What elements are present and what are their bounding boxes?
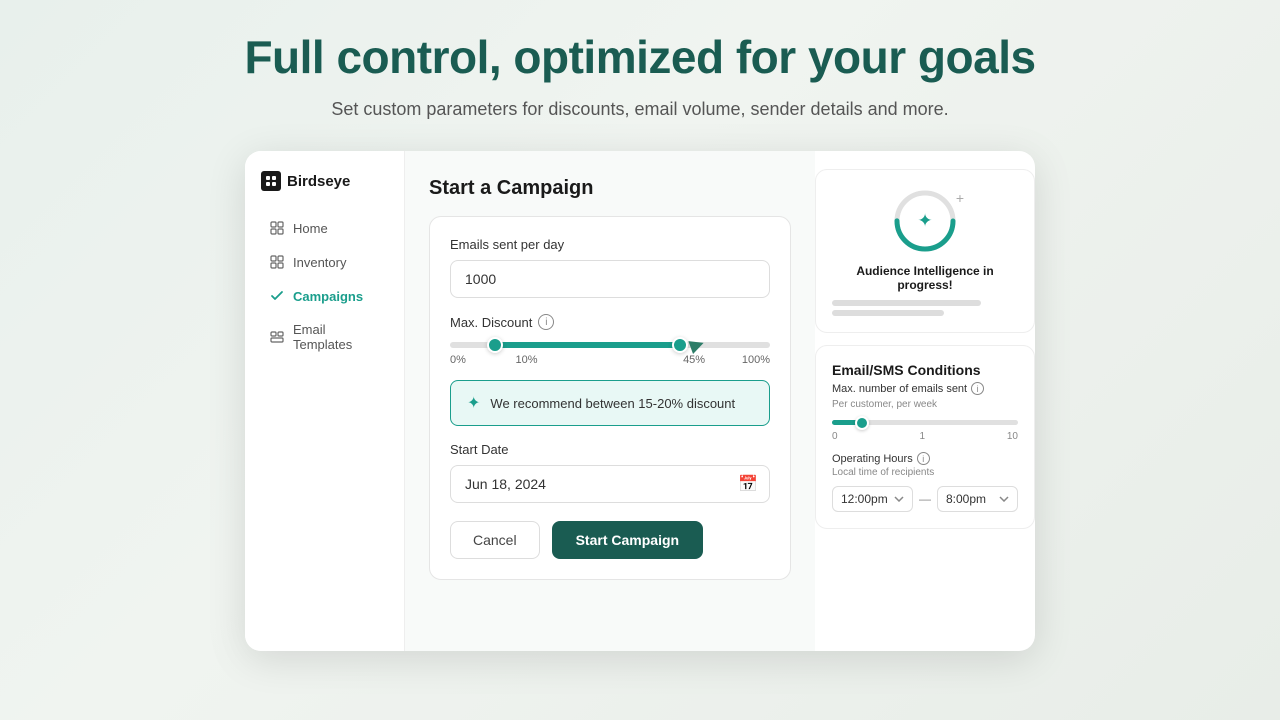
sms-card-title: Email/SMS Conditions [832, 362, 1018, 378]
home-icon [269, 220, 285, 236]
recommendation-box: ✦ We recommend between 15-20% discount [450, 380, 770, 426]
time-start-select[interactable]: 12:00pm 8:00am 9:00am 10:00am 11:00am [832, 486, 913, 512]
campaign-form-card: Emails sent per day Max. Discount i ▶ 0% [429, 216, 791, 580]
hero-subtitle: Set custom parameters for discounts, ema… [331, 96, 948, 123]
emails-per-day-input[interactable] [450, 260, 770, 298]
sms-slider-thumb[interactable] [855, 416, 869, 430]
logo-text: Birdseye [287, 173, 350, 190]
sidebar-item-email-templates-label: Email Templates [293, 322, 380, 352]
audience-title: Audience Intelligence in progress! [832, 264, 1018, 292]
main-content: Start a Campaign Emails sent per day Max… [405, 151, 815, 651]
audience-bars [832, 300, 1018, 316]
calendar-icon: 📅 [738, 474, 758, 494]
start-campaign-button[interactable]: Start Campaign [552, 521, 703, 559]
form-actions: Cancel Start Campaign [450, 521, 770, 559]
slider-pct-row: 0% 10% 45% 100% [450, 354, 770, 366]
right-panel: ✦ + Audience Intelligence in progress! E… [815, 151, 1035, 651]
operating-sublabel: Local time of recipients [832, 467, 1018, 478]
audience-bar-2 [832, 310, 944, 316]
emails-per-day-label: Emails sent per day [450, 237, 770, 252]
operating-hours-label: Operating Hours i [832, 452, 1018, 465]
sidebar-item-email-templates[interactable]: Email Templates [253, 313, 396, 361]
ring-plus-icon: + [956, 190, 964, 206]
discount-slider-thumb-right[interactable] [672, 337, 688, 353]
max-discount-section: Max. Discount i ▶ 0% 10% 45% 100% [450, 314, 770, 366]
discount-slider-thumb-left[interactable] [487, 337, 503, 353]
hero-title: Full control, optimized for your goals [244, 30, 1035, 84]
slider-left-thumb-label: 10% [515, 354, 537, 366]
sms-conditions-card: Email/SMS Conditions Max. number of emai… [815, 345, 1035, 529]
logo-icon [261, 171, 281, 191]
max-emails-info-icon[interactable]: i [971, 382, 984, 395]
sms-slider-max: 10 [1007, 431, 1018, 442]
per-customer-label: Per customer, per week [832, 399, 1018, 410]
sms-slider-track[interactable] [832, 420, 1018, 425]
sms-slider-value: 1 [919, 431, 925, 442]
form-section-title: Start a Campaign [429, 177, 791, 200]
sidebar-item-home-label: Home [293, 221, 328, 236]
campaigns-icon [269, 288, 285, 304]
max-discount-label: Max. Discount i [450, 314, 770, 330]
time-end-select[interactable]: 8:00pm 5:00pm 6:00pm 7:00pm 9:00pm [937, 486, 1018, 512]
recommendation-text: We recommend between 15-20% discount [490, 396, 735, 411]
discount-slider-fill [495, 342, 681, 348]
sms-slider-min: 0 [832, 431, 838, 442]
start-date-input[interactable] [450, 465, 770, 503]
sidebar: Birdseye Home I [245, 151, 405, 651]
sparkle-icon: ✦ [467, 393, 480, 413]
audience-bar-1 [832, 300, 981, 306]
sms-slider-labels: 0 1 10 [832, 431, 1018, 442]
sidebar-item-campaigns[interactable]: Campaigns [253, 279, 396, 313]
max-emails-label: Max. number of emails sent i [832, 382, 1018, 395]
email-templates-icon [269, 329, 285, 345]
max-discount-info-icon[interactable]: i [538, 314, 554, 330]
sidebar-item-campaigns-label: Campaigns [293, 289, 363, 304]
slider-max-label: 100% [742, 354, 770, 366]
sidebar-item-home[interactable]: Home [253, 211, 396, 245]
date-input-wrapper: 📅 [450, 465, 770, 503]
operating-hours-info-icon[interactable]: i [917, 452, 930, 465]
audience-card: ✦ + Audience Intelligence in progress! [815, 169, 1035, 333]
ring-center-star-icon: ✦ [917, 211, 932, 232]
time-range-row: 12:00pm 8:00am 9:00am 10:00am 11:00am — … [832, 486, 1018, 512]
discount-slider-track[interactable]: ▶ [450, 342, 770, 348]
time-dash: — [919, 492, 931, 506]
sidebar-item-inventory-label: Inventory [293, 255, 346, 270]
slider-min-label: 0% [450, 354, 466, 366]
ring-container: ✦ + [890, 186, 960, 256]
start-date-label: Start Date [450, 442, 770, 457]
sidebar-logo: Birdseye [245, 171, 404, 211]
app-window: Birdseye Home I [245, 151, 1035, 651]
sidebar-item-inventory[interactable]: Inventory [253, 245, 396, 279]
inventory-icon [269, 254, 285, 270]
cancel-button[interactable]: Cancel [450, 521, 540, 559]
